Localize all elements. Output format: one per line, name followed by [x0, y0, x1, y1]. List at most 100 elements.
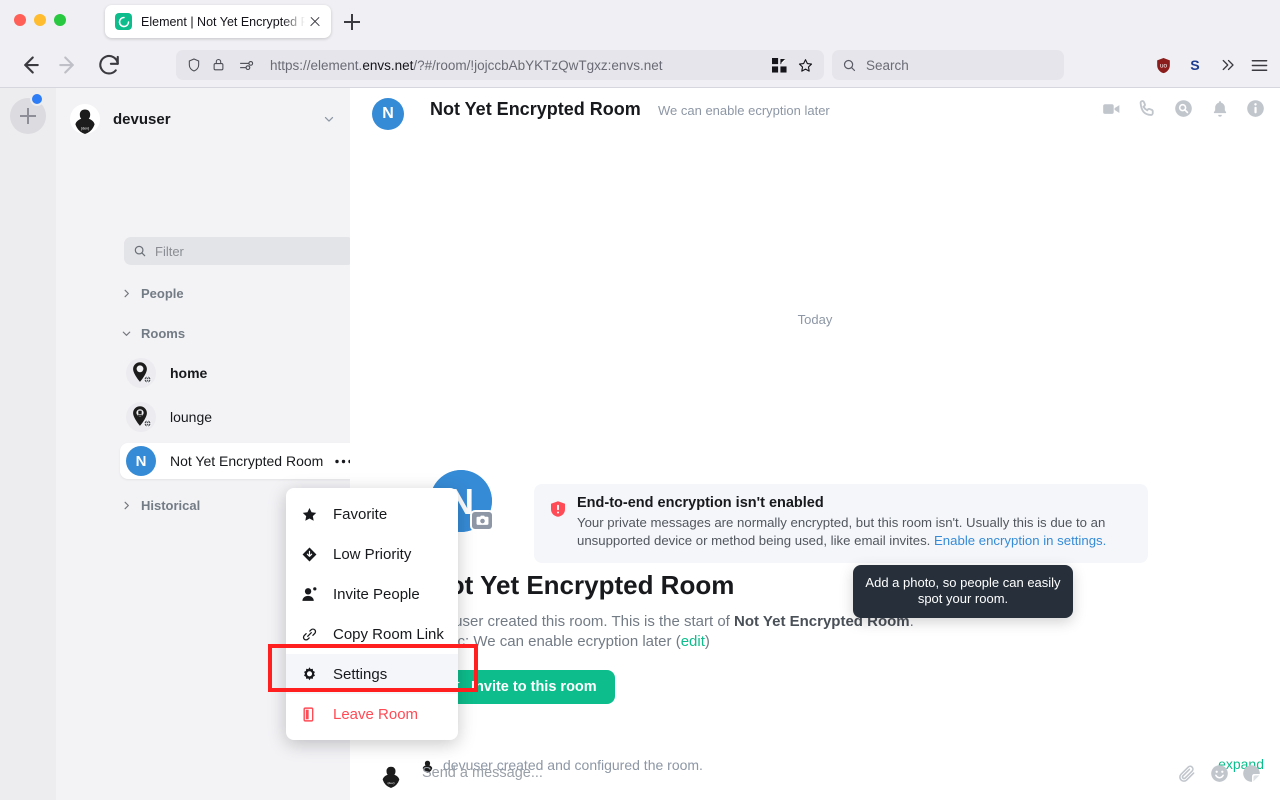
menu-item-label: Leave Room: [333, 705, 419, 723]
invite-button-label: Invite to this room: [471, 679, 597, 695]
encryption-warning-title: End-to-end encryption isn't enabled: [577, 495, 824, 511]
warning-shield-icon: [551, 501, 565, 517]
browser-search-box[interactable]: Search: [832, 50, 1064, 80]
menu-item-low-priority[interactable]: Low Priority: [286, 534, 458, 574]
ublock-origin-icon[interactable]: uo: [1150, 52, 1176, 78]
sidebar-section-label: People: [141, 285, 184, 301]
devuser-avatar: (dev): [70, 104, 100, 134]
browser-toolbar-right: uo S: [1150, 50, 1272, 80]
menu-item-label: Copy Room Link: [333, 625, 444, 643]
window-traffic-lights: [14, 14, 66, 26]
room-view: N Not Yet Encrypted Room We can enable e…: [350, 88, 1280, 800]
svg-text:uo: uo: [1159, 62, 1167, 69]
user-name: devuser: [113, 110, 171, 128]
menu-item-leave-room[interactable]: Leave Room: [286, 694, 458, 734]
room-intro-line2-suffix: ): [704, 633, 710, 650]
room-avatar-pin-icon: [126, 402, 156, 432]
shield-icon[interactable]: [186, 57, 203, 74]
bookmark-star-icon[interactable]: [794, 54, 816, 76]
emoji-icon[interactable]: [1208, 762, 1230, 784]
chevron-right-icon: [120, 287, 132, 299]
svg-text:(dev): (dev): [81, 127, 89, 131]
permissions-icon[interactable]: [238, 57, 255, 74]
notifications-bell-icon[interactable]: [1209, 98, 1230, 119]
room-avatar: N: [126, 446, 156, 476]
menu-item-label: Favorite: [333, 505, 388, 523]
message-input[interactable]: Send a message...: [422, 765, 543, 781]
room-info-icon[interactable]: [1245, 98, 1266, 119]
close-window-button[interactable]: [14, 14, 26, 26]
star-icon: [300, 505, 318, 523]
room-header: N Not Yet Encrypted Room We can enable e…: [350, 88, 1280, 140]
add-photo-tooltip: Add a photo, so people can easily spot y…: [853, 565, 1073, 618]
chevron-right-icon: [120, 499, 132, 511]
forward-arrow-icon: [54, 50, 84, 80]
maximize-window-button[interactable]: [54, 14, 66, 26]
minimize-window-button[interactable]: [34, 14, 46, 26]
element-app: (dev) devuser Filter People Rooms home l…: [0, 88, 1280, 800]
sidebar-item-label: home: [170, 365, 208, 381]
user-menu-button[interactable]: (dev) devuser: [70, 100, 336, 138]
hamburger-menu-icon[interactable]: [1246, 52, 1272, 78]
invite-people-icon: [300, 585, 318, 603]
space-notification-badge: [30, 92, 44, 106]
enable-encryption-link[interactable]: Enable encryption in settings.: [934, 533, 1106, 548]
room-intro-line1: devuser created this room. This is the s…: [430, 613, 914, 630]
svg-text:(dev): (dev): [387, 781, 394, 785]
reload-icon[interactable]: [94, 50, 124, 80]
sidebar-section-label: Rooms: [141, 325, 186, 341]
devuser-avatar: (dev): [378, 762, 404, 788]
room-intro-line1-prefix: devuser created this room. This is the s…: [430, 613, 735, 630]
overflow-chevrons-icon[interactable]: [1214, 52, 1240, 78]
room-context-menu: Favorite Low Priority Invite People Copy…: [286, 488, 458, 740]
new-tab-button[interactable]: [340, 10, 364, 34]
menu-item-label: Invite People: [333, 585, 420, 603]
link-icon: [300, 625, 318, 643]
url-bar[interactable]: https://element.envs.net/?#/room/!jojccb…: [176, 50, 824, 80]
search-input[interactable]: Filter: [124, 237, 354, 265]
camera-icon[interactable]: [470, 510, 494, 531]
lock-icon: [211, 57, 228, 74]
back-arrow-icon[interactable]: [14, 50, 44, 80]
sidebar-item-label: Not Yet Encrypted Room: [170, 453, 324, 469]
sidebar-section-label: Historical: [141, 497, 201, 513]
tab-title: Element | Not Yet Encrypted Roo: [141, 14, 305, 29]
leave-room-icon: [300, 705, 318, 723]
room-search-icon[interactable]: [1173, 98, 1194, 119]
composer-actions: [1176, 762, 1262, 784]
chevron-down-icon: [120, 327, 132, 339]
urlbar-actions: [768, 54, 816, 76]
search-icon: [842, 58, 857, 73]
room-intro-title: Not Yet Encrypted Room: [430, 570, 735, 600]
chevron-down-icon[interactable]: [322, 112, 336, 126]
room-avatar-pin-icon: [126, 358, 156, 388]
url-text: https://element.envs.net/?#/room/!jojccb…: [270, 57, 663, 73]
svg-text:S: S: [1190, 58, 1199, 74]
encryption-warning-banner: End-to-end encryption isn't enabled Your…: [534, 484, 1148, 564]
search-icon: [133, 244, 147, 258]
menu-item-invite-people[interactable]: Invite People: [286, 574, 458, 614]
video-call-icon[interactable]: [1101, 98, 1122, 119]
voice-call-icon[interactable]: [1137, 98, 1158, 119]
message-timeline: N Not Yet Encrypted Room devuser created…: [350, 140, 1280, 773]
encryption-warning-body: Your private messages are normally encry…: [577, 514, 1132, 550]
attachment-icon[interactable]: [1176, 762, 1198, 784]
filter-placeholder: Filter: [155, 243, 184, 259]
s-extension-icon[interactable]: S: [1182, 52, 1208, 78]
extensions-grid-icon[interactable]: [768, 54, 790, 76]
room-avatar[interactable]: N: [372, 98, 404, 130]
close-icon[interactable]: [307, 14, 323, 30]
low-priority-icon: [300, 545, 318, 563]
edit-topic-link[interactable]: edit: [681, 633, 705, 650]
browser-chrome: Element | Not Yet Encrypted Roo https://…: [0, 0, 1280, 88]
sticker-icon[interactable]: [1240, 762, 1262, 784]
room-name[interactable]: Not Yet Encrypted Room: [430, 99, 641, 120]
tab-strip: Element | Not Yet Encrypted Roo: [0, 0, 1280, 42]
room-header-actions: [1101, 98, 1266, 119]
browser-tab[interactable]: Element | Not Yet Encrypted Roo: [105, 5, 331, 38]
search-placeholder: Search: [866, 57, 909, 73]
menu-item-favorite[interactable]: Favorite: [286, 494, 458, 534]
room-topic[interactable]: We can enable ecryption later: [658, 103, 830, 118]
menu-item-label: Low Priority: [333, 545, 412, 563]
settings-highlight-annotation: [268, 644, 478, 692]
